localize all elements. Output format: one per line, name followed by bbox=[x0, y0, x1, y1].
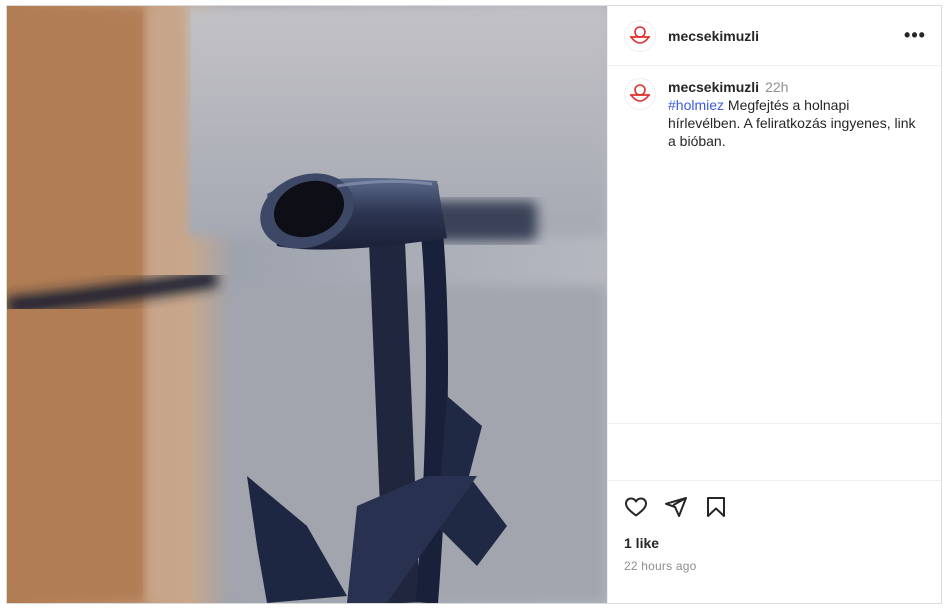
author-username[interactable]: mecsekimuzli bbox=[668, 28, 759, 44]
caption-text: mecsekimuzli 22h #holmiez Megfejtés a hol… bbox=[668, 78, 925, 150]
caption: mecsekimuzli 22h #holmiez Megfejtés a hol… bbox=[624, 78, 925, 150]
comments-section: mecsekimuzli 22h #holmiez Megfejtés a hol… bbox=[608, 66, 941, 424]
post-time[interactable]: 22 hours ago bbox=[608, 559, 941, 573]
like-button[interactable] bbox=[622, 493, 650, 521]
paper-plane-icon bbox=[665, 497, 687, 517]
caption-avatar[interactable] bbox=[624, 78, 656, 110]
post-sidebar: mecsekimuzli ••• mecsekimuzli 22h #holmie… bbox=[607, 6, 941, 603]
caption-time: 22h bbox=[765, 79, 789, 95]
action-bar bbox=[608, 481, 941, 533]
heart-icon bbox=[625, 497, 647, 517]
more-options-icon[interactable]: ••• bbox=[903, 24, 927, 48]
bowl-avatar-icon bbox=[629, 25, 651, 44]
post-header: mecsekimuzli ••• bbox=[608, 6, 941, 66]
bowl-avatar-icon bbox=[629, 84, 651, 102]
save-button[interactable] bbox=[702, 493, 730, 521]
post-card: mecsekimuzli ••• mecsekimuzli 22h #holmie… bbox=[6, 5, 942, 604]
bookmark-icon bbox=[707, 497, 725, 517]
hashtag-link[interactable]: #holmiez bbox=[668, 97, 724, 113]
comment-divider bbox=[608, 424, 941, 481]
likes-count[interactable]: 1 like bbox=[608, 535, 941, 551]
footer-space bbox=[608, 573, 941, 603]
share-button[interactable] bbox=[662, 493, 690, 521]
post-image[interactable] bbox=[7, 6, 607, 603]
caption-username[interactable]: mecsekimuzli bbox=[668, 79, 759, 95]
post-photo bbox=[7, 6, 607, 603]
author-avatar[interactable] bbox=[624, 19, 656, 52]
